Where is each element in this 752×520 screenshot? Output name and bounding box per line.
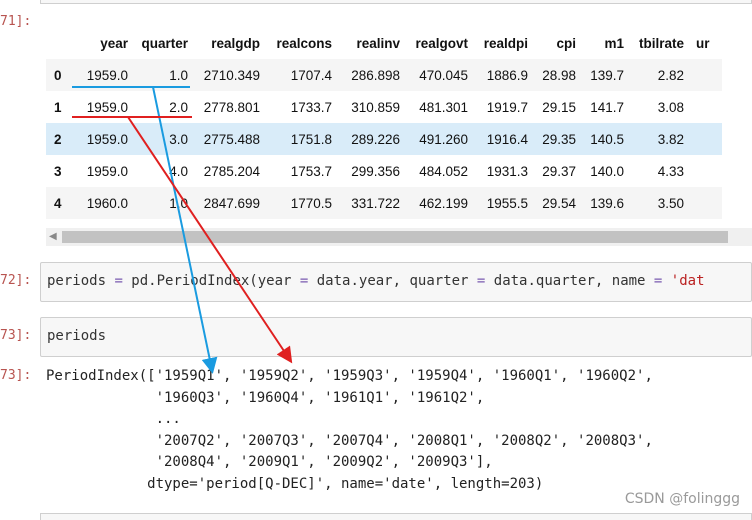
red-arrow	[127, 116, 293, 364]
watermark: CSDN @folinggg	[624, 491, 740, 507]
annotation-overlay	[72, 86, 293, 374]
